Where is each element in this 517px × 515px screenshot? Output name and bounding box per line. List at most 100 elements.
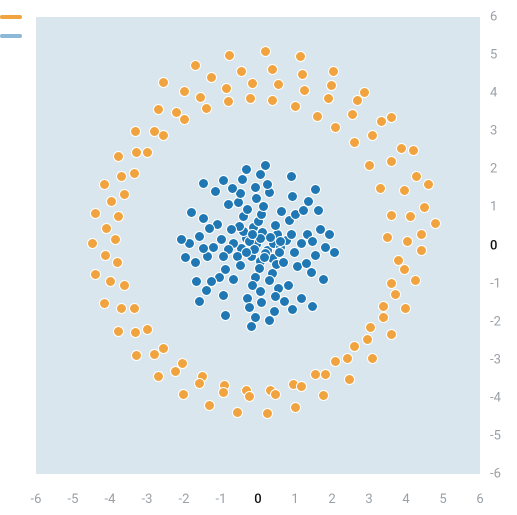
data-point-outer-ring xyxy=(396,143,407,154)
data-point-inner-cluster xyxy=(287,304,298,315)
data-point-outer-ring xyxy=(245,93,256,104)
data-point-inner-cluster xyxy=(228,274,239,285)
data-point-outer-ring xyxy=(204,400,215,411)
data-point-inner-cluster xyxy=(235,260,246,271)
x-tick: 5 xyxy=(439,492,446,507)
data-point-outer-ring xyxy=(362,334,373,345)
data-point-outer-ring xyxy=(90,269,101,280)
data-point-outer-ring xyxy=(130,327,141,338)
data-point-outer-ring xyxy=(260,46,271,57)
data-point-outer-ring xyxy=(323,93,334,104)
data-point-inner-cluster xyxy=(283,280,294,291)
data-point-outer-ring xyxy=(386,329,397,340)
data-point-outer-ring xyxy=(236,66,247,77)
y-tick: 0 xyxy=(490,238,497,253)
data-point-outer-ring xyxy=(416,229,427,240)
data-point-inner-cluster xyxy=(223,199,234,210)
data-point-outer-ring xyxy=(116,171,127,182)
data-point-outer-ring xyxy=(190,60,201,71)
data-point-inner-cluster xyxy=(310,250,321,261)
data-point-outer-ring xyxy=(267,95,278,106)
y-tick: -6 xyxy=(490,467,501,482)
x-tick: -6 xyxy=(31,492,42,507)
legend-line-orange xyxy=(0,15,22,19)
data-point-outer-ring xyxy=(349,341,360,352)
data-point-inner-cluster xyxy=(218,251,229,262)
data-point-inner-cluster xyxy=(241,164,252,175)
data-point-outer-ring xyxy=(116,303,127,314)
data-point-inner-cluster xyxy=(201,285,212,296)
data-point-outer-ring xyxy=(347,109,358,120)
data-point-outer-ring xyxy=(364,160,375,171)
data-point-inner-cluster xyxy=(198,243,209,254)
data-point-inner-cluster xyxy=(264,315,275,326)
data-point-inner-cluster xyxy=(306,267,317,278)
y-tick: -1 xyxy=(490,276,501,291)
data-point-inner-cluster xyxy=(210,186,221,197)
data-point-outer-ring xyxy=(296,381,307,392)
data-point-inner-cluster xyxy=(176,234,187,245)
data-point-outer-ring xyxy=(359,87,370,98)
data-point-inner-cluster xyxy=(186,207,197,218)
data-point-outer-ring xyxy=(113,326,124,337)
data-point-inner-cluster xyxy=(296,238,307,249)
data-point-inner-cluster xyxy=(198,178,209,189)
data-point-inner-cluster xyxy=(307,236,318,247)
data-point-outer-ring xyxy=(110,234,121,245)
data-point-inner-cluster xyxy=(218,290,229,301)
data-point-outer-ring xyxy=(244,391,255,402)
data-point-outer-ring xyxy=(106,196,117,207)
data-point-outer-ring xyxy=(247,78,258,89)
x-tick: 6 xyxy=(476,492,483,507)
x-tick: -2 xyxy=(179,492,190,507)
data-point-outer-ring xyxy=(224,50,235,61)
data-point-outer-ring xyxy=(344,374,355,385)
y-tick: -5 xyxy=(490,428,501,443)
data-point-outer-ring xyxy=(297,69,308,80)
data-point-outer-ring xyxy=(399,185,410,196)
data-point-outer-ring xyxy=(179,86,190,97)
data-point-outer-ring xyxy=(267,64,278,75)
data-point-inner-cluster xyxy=(275,236,286,247)
data-point-inner-cluster xyxy=(251,193,262,204)
data-point-outer-ring xyxy=(90,208,101,219)
data-point-inner-cluster xyxy=(244,302,255,313)
data-point-outer-ring xyxy=(119,189,130,200)
data-point-outer-ring xyxy=(365,322,376,333)
data-point-outer-ring xyxy=(221,83,232,94)
data-point-inner-cluster xyxy=(313,205,324,216)
data-point-outer-ring xyxy=(101,223,112,234)
data-point-inner-cluster xyxy=(204,223,215,234)
data-point-outer-ring xyxy=(378,301,389,312)
data-point-inner-cluster xyxy=(190,257,201,268)
data-point-inner-cluster xyxy=(260,160,271,171)
legend-line-blue xyxy=(0,34,22,38)
data-point-outer-ring xyxy=(105,276,116,287)
data-point-inner-cluster xyxy=(289,247,300,258)
data-point-inner-cluster xyxy=(276,206,287,217)
data-point-inner-cluster xyxy=(226,224,237,235)
data-point-outer-ring xyxy=(318,390,329,401)
data-point-inner-cluster xyxy=(329,247,340,258)
data-point-outer-ring xyxy=(378,312,389,323)
data-point-outer-ring xyxy=(295,51,306,62)
x-tick: -1 xyxy=(216,492,227,507)
data-point-outer-ring xyxy=(405,211,416,222)
data-point-inner-cluster xyxy=(286,229,297,240)
x-tick: -3 xyxy=(142,492,153,507)
data-point-inner-cluster xyxy=(274,247,285,258)
data-point-inner-cluster xyxy=(324,229,335,240)
data-point-outer-ring xyxy=(411,171,422,182)
data-point-outer-ring xyxy=(87,238,98,249)
data-point-outer-ring xyxy=(195,92,206,103)
data-point-outer-ring xyxy=(99,298,110,309)
data-point-outer-ring xyxy=(100,250,111,261)
data-point-inner-cluster xyxy=(278,257,289,268)
data-point-outer-ring xyxy=(262,408,273,419)
data-point-outer-ring xyxy=(223,96,234,107)
data-point-inner-cluster xyxy=(307,301,318,312)
data-point-outer-ring xyxy=(367,353,378,364)
data-point-outer-ring xyxy=(153,371,164,382)
data-point-inner-cluster xyxy=(286,171,297,182)
data-point-outer-ring xyxy=(330,356,341,367)
